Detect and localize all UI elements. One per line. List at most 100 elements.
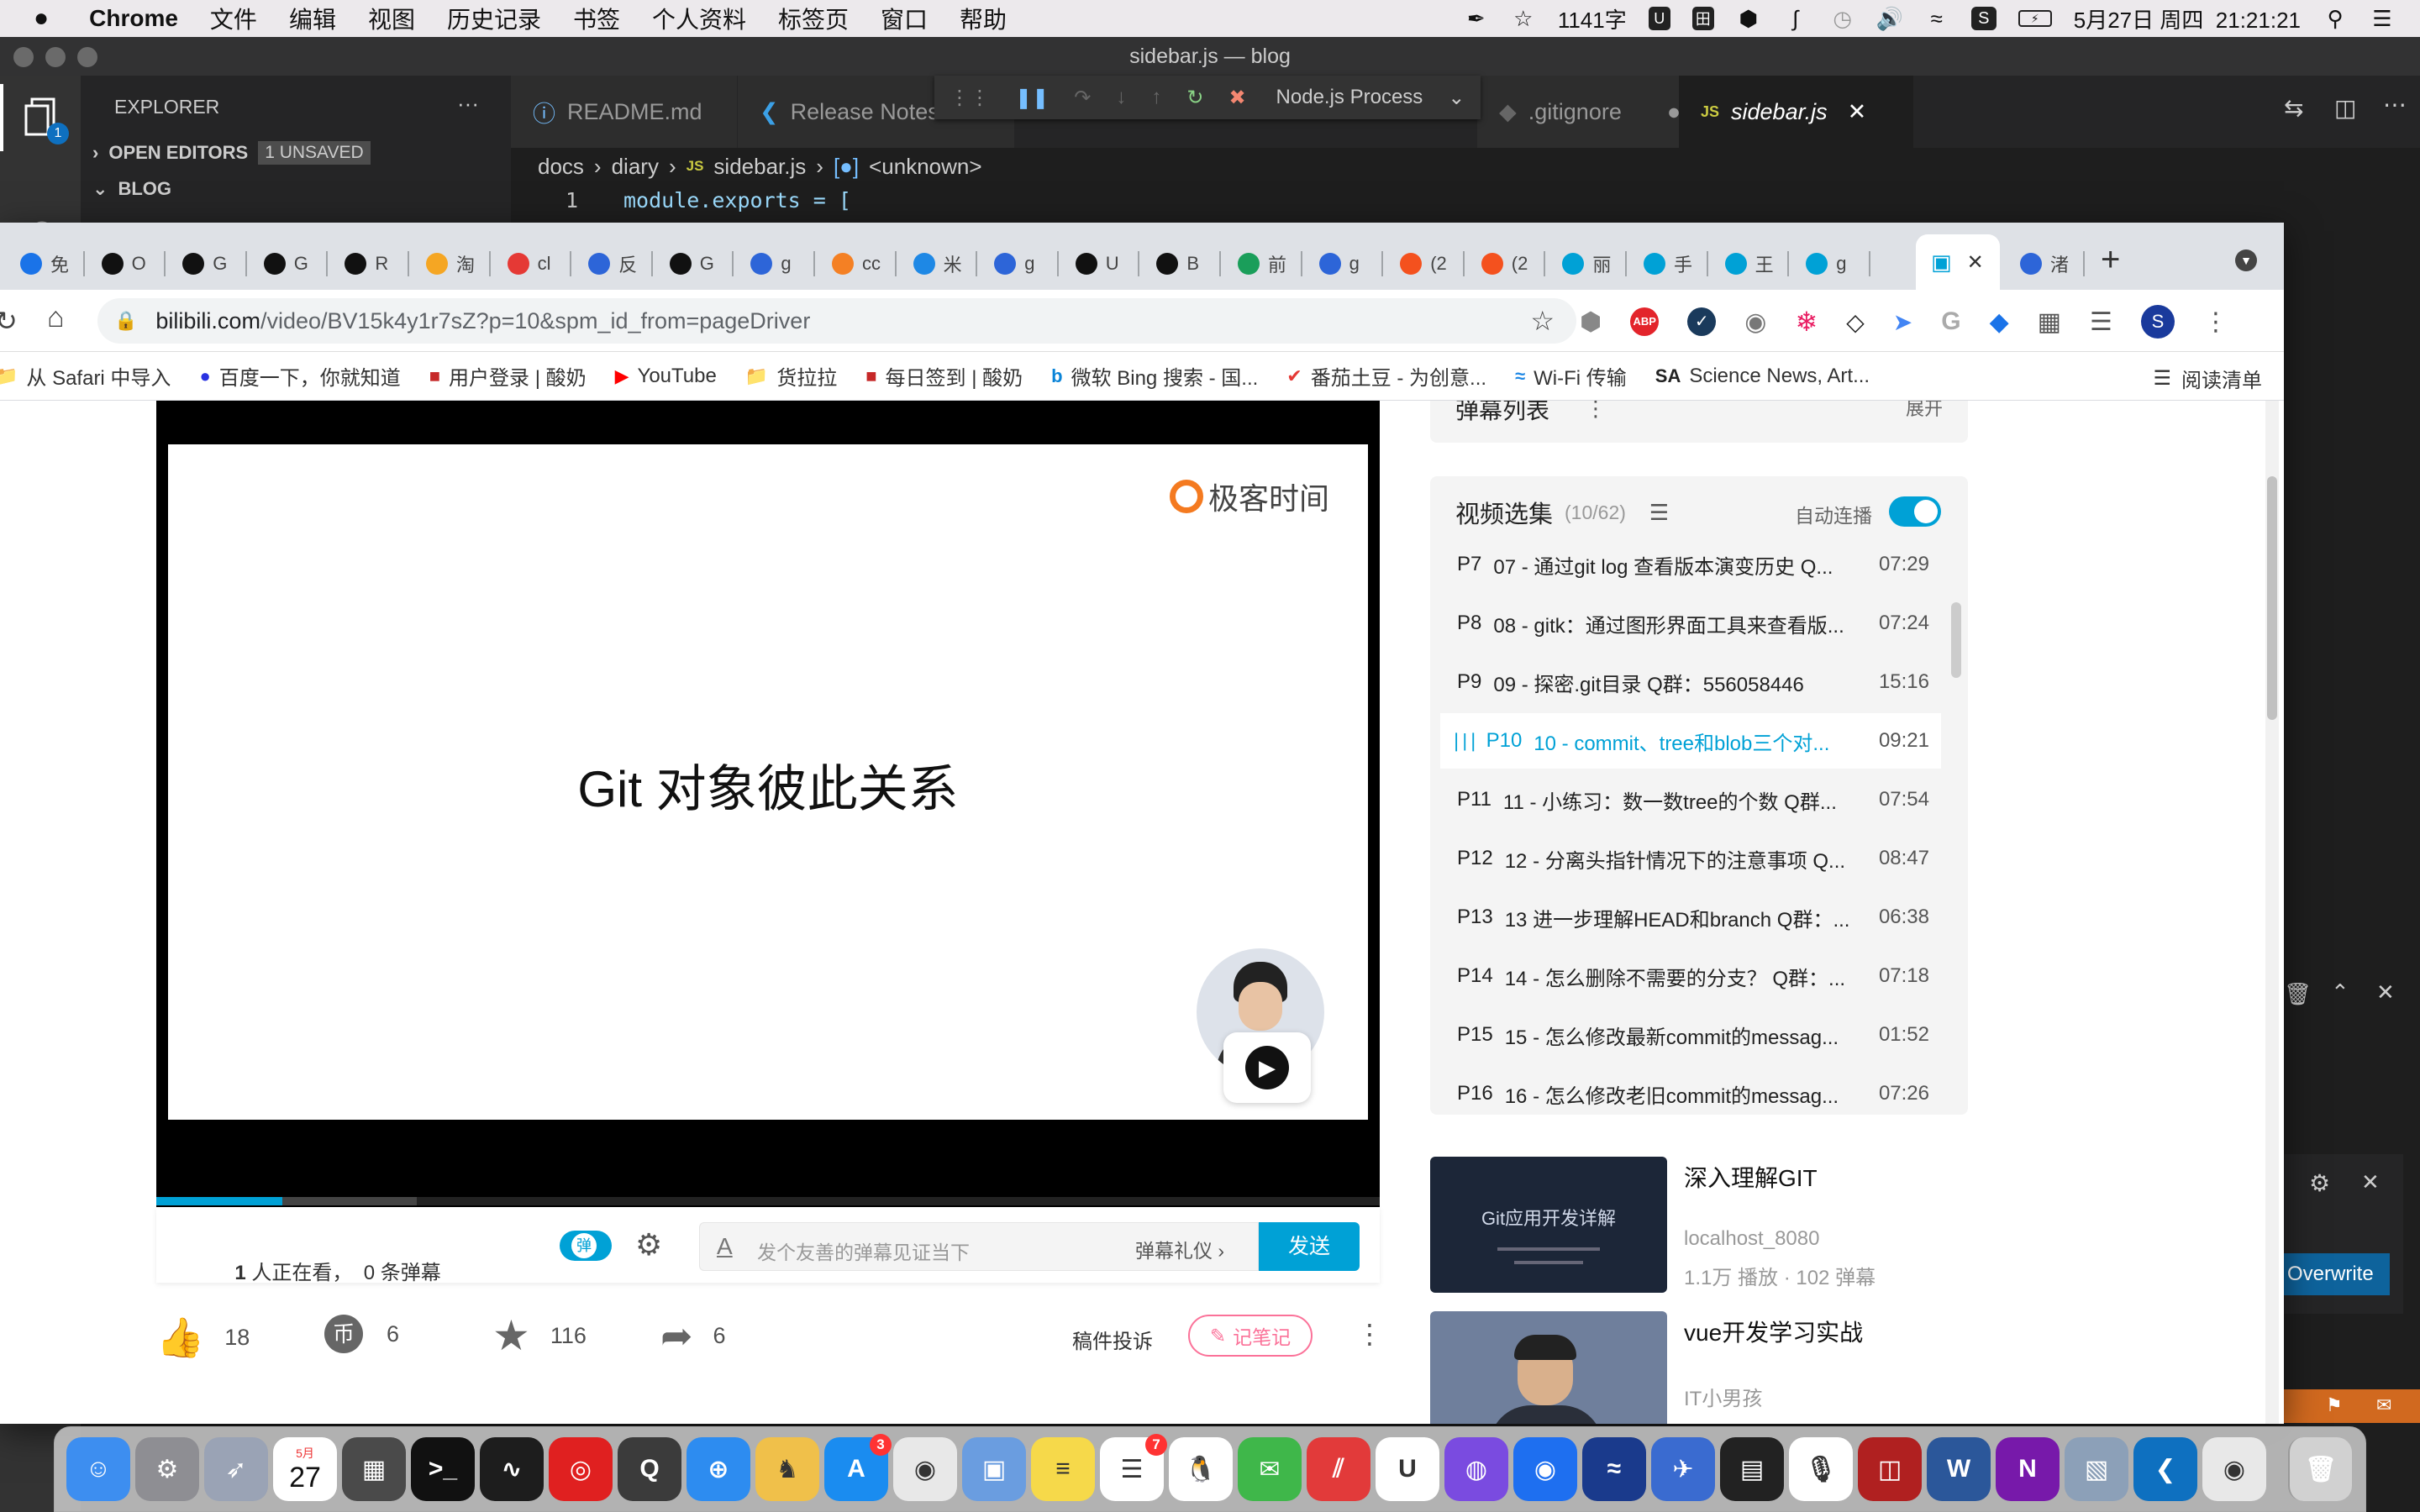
chrome-tab[interactable]: cc bbox=[820, 238, 897, 290]
notes-button[interactable]: ✎ 记笔记 bbox=[1188, 1315, 1313, 1357]
close-tab-icon[interactable]: ✕ bbox=[1848, 99, 1867, 125]
input-method-icon[interactable]: U bbox=[1648, 7, 1670, 30]
search-icon[interactable]: ⚲ bbox=[2323, 6, 2348, 31]
battery-icon[interactable]: ⚡ bbox=[2018, 10, 2052, 27]
sync-app-icon[interactable]: S bbox=[1970, 7, 1996, 30]
feedback-icon[interactable]: ⚑ bbox=[2326, 1394, 2343, 1416]
chrome-tab[interactable]: G bbox=[171, 238, 247, 290]
calendar-icon[interactable]: 5月 27 bbox=[273, 1437, 337, 1501]
trash-icon[interactable]: 🗑 bbox=[2288, 1437, 2352, 1501]
video-thumbnail[interactable]: Git应用开发详解 bbox=[1430, 1157, 1667, 1293]
bookmark-star-icon[interactable]: ☆ bbox=[1530, 305, 1555, 337]
volume-icon[interactable]: 🔊 bbox=[1876, 6, 1903, 31]
close-notification-icon[interactable]: ✕ bbox=[2361, 1169, 2380, 1195]
share-button[interactable]: ➦ 6 bbox=[660, 1313, 726, 1358]
video-player[interactable]: 极客时间 Git 对象彼此关系 ▶ bbox=[156, 401, 1380, 1207]
time-machine-icon[interactable]: ◷ bbox=[1830, 6, 1855, 31]
preview-icon[interactable]: ▣ bbox=[962, 1437, 1026, 1501]
step-out-icon[interactable]: ↑ bbox=[1151, 86, 1161, 109]
coin-button[interactable]: 币 6 bbox=[324, 1315, 399, 1353]
bookmark-item[interactable]: ≈ Wi-Fi 传输 bbox=[1515, 361, 1627, 391]
danmaku-etiquette-link[interactable]: 弹幕礼仪 › bbox=[1135, 1235, 1224, 1263]
compare-icon[interactable]: ⇆ bbox=[2284, 94, 2303, 122]
breadcrumb-diary[interactable]: diary bbox=[612, 154, 659, 180]
qq-icon[interactable]: 🐧 bbox=[1169, 1437, 1233, 1501]
active-tab[interactable]: ▣ ✕ bbox=[1916, 234, 2000, 290]
expand-link[interactable]: 展开 bbox=[1906, 401, 1943, 421]
puzzle-extensions-icon[interactable]: ▦ bbox=[2038, 307, 2061, 337]
episode-item[interactable]: P15 15 - 怎么修改最新commit的messag... 01:52 bbox=[1440, 1007, 1941, 1063]
drag-handle-icon[interactable]: ⋮⋮ bbox=[950, 86, 990, 110]
danmaku-list-header[interactable]: 弹幕列表 ⋮ 展开 bbox=[1430, 401, 1968, 443]
chevron-up-icon[interactable]: ⌃ bbox=[2331, 979, 2349, 1005]
bluetooth-icon[interactable]: ∫ bbox=[1783, 6, 1808, 31]
reading-list-button[interactable]: ☰ 阅读清单 bbox=[2153, 364, 2262, 393]
location-icon[interactable]: ◉ bbox=[1513, 1437, 1577, 1501]
tab-search-button[interactable]: ▼ bbox=[2235, 249, 2257, 271]
parallels-icon[interactable]: ⫽ bbox=[1307, 1437, 1370, 1501]
episode-item[interactable]: ❘|❘ P10 10 - commit、tree和blob三个对... 09:21 bbox=[1440, 713, 1941, 769]
chrome-tab[interactable]: O bbox=[90, 238, 166, 290]
open-editors-section[interactable]: › OPEN EDITORS 1 UNSAVED bbox=[92, 141, 371, 165]
apple-icon[interactable]: ● bbox=[34, 4, 49, 33]
new-tab-button[interactable]: + bbox=[2101, 241, 2120, 279]
launchpad-icon[interactable]: ➶ bbox=[204, 1437, 268, 1501]
colorful-extension-icon[interactable]: ❄ bbox=[1795, 306, 1818, 338]
feather-icon[interactable]: ✒ bbox=[1464, 6, 1489, 31]
split-editor-icon[interactable]: ◫ bbox=[2334, 94, 2356, 122]
pause-icon[interactable]: ❚❚ bbox=[1015, 86, 1049, 110]
menu-item-view[interactable]: 视图 bbox=[368, 2, 415, 35]
episode-item[interactable]: P7 07 - 通过git log 查看版本演变历史 Q... 07:29 bbox=[1440, 537, 1941, 592]
playlist-extension-icon[interactable]: ☰ bbox=[2090, 307, 2112, 337]
episode-item[interactable]: P14 14 - 怎么删除不需要的分支？ Q群：... 07:18 bbox=[1440, 948, 1941, 1004]
danmaku-settings-icon[interactable]: ⚙ bbox=[635, 1227, 662, 1263]
wechat-icon[interactable]: ✉ bbox=[1238, 1437, 1302, 1501]
menu-item-file[interactable]: 文件 bbox=[210, 2, 257, 35]
chrome-menu-icon[interactable]: ⋮ bbox=[2203, 307, 2228, 337]
chrome-tab[interactable]: G bbox=[658, 238, 734, 290]
grid-icon[interactable]: 田 bbox=[1691, 7, 1714, 30]
chrome-icon[interactable]: ◉ bbox=[893, 1437, 957, 1501]
word-icon[interactable]: W bbox=[1927, 1437, 1991, 1501]
playlist-scrollbar[interactable] bbox=[1951, 602, 1961, 678]
home-icon[interactable]: ⌂ bbox=[47, 302, 65, 334]
menu-item-window[interactable]: 窗口 bbox=[881, 2, 928, 35]
bookmark-item[interactable]: SA Science News, Art... bbox=[1655, 365, 1870, 388]
bell-icon[interactable]: ✉ bbox=[2376, 1394, 2391, 1416]
chrome-tab[interactable]: 淘 bbox=[414, 238, 491, 290]
safari-icon[interactable]: ⊕ bbox=[687, 1437, 750, 1501]
wave-icon[interactable]: ≈ bbox=[1582, 1437, 1646, 1501]
close-window-button[interactable] bbox=[13, 47, 34, 67]
shield-icon[interactable]: ⬢ bbox=[1736, 6, 1761, 31]
date-time[interactable]: 5月27日 周四 21:21:21 bbox=[2074, 3, 2301, 34]
report-link[interactable]: 稿件投诉 bbox=[1072, 1325, 1153, 1354]
chrome-tab[interactable]: B bbox=[1144, 238, 1221, 290]
wifi-icon[interactable]: ≈ bbox=[1924, 6, 1949, 31]
episode-item[interactable]: P12 12 - 分离头指针情况下的注意事项 Q... 08:47 bbox=[1440, 831, 1941, 886]
menu-item-history[interactable]: 历史记录 bbox=[447, 2, 541, 35]
checkmark-extension-icon[interactable]: ✓ bbox=[1687, 307, 1717, 336]
more-options-icon[interactable]: ⋮ bbox=[1356, 1318, 1383, 1350]
chrome-tab[interactable]: g bbox=[982, 238, 1059, 290]
diamond-extension-icon[interactable]: ◆ bbox=[1990, 307, 2009, 337]
mask-extension-icon[interactable]: ◇ bbox=[1846, 308, 1865, 336]
explorer-more-button[interactable]: ··· bbox=[457, 91, 479, 117]
menu-item-help[interactable]: 帮助 bbox=[960, 2, 1007, 35]
menu-item-tabs[interactable]: 标签页 bbox=[778, 2, 849, 35]
chrome-tab[interactable]: G bbox=[252, 238, 329, 290]
gear-icon[interactable]: ⚙ bbox=[2309, 1169, 2330, 1197]
chrome-tab[interactable]: 前 bbox=[1226, 238, 1302, 290]
monitor-icon[interactable]: ▤ bbox=[1720, 1437, 1784, 1501]
adblock-plus-icon[interactable]: ABP bbox=[1630, 307, 1660, 336]
episode-item[interactable]: P9 09 - 探密.git目录 Q群：556058446 15:16 bbox=[1440, 654, 1941, 710]
chrome-tab[interactable]: g bbox=[1794, 238, 1870, 290]
recommended-video[interactable]: Git应用开发详解 深入理解GIT localhost_8080 1.1万 播放… bbox=[1430, 1157, 1968, 1299]
camera-extension-icon[interactable]: ◉ bbox=[1744, 307, 1766, 337]
danmaku-input[interactable]: A 发个友善的弹幕见证当下 弹幕礼仪 › bbox=[699, 1222, 1259, 1271]
word-count[interactable]: 1141字 bbox=[1558, 3, 1627, 34]
uploader-name[interactable]: IT小男孩 bbox=[1684, 1382, 1762, 1411]
blog-folder-section[interactable]: ⌄ BLOG bbox=[92, 178, 171, 200]
vscode-icon[interactable]: ❮ bbox=[2133, 1437, 2197, 1501]
chrome-tab[interactable]: g bbox=[1307, 238, 1384, 290]
chrome-tab[interactable]: 渚 bbox=[2008, 238, 2085, 290]
